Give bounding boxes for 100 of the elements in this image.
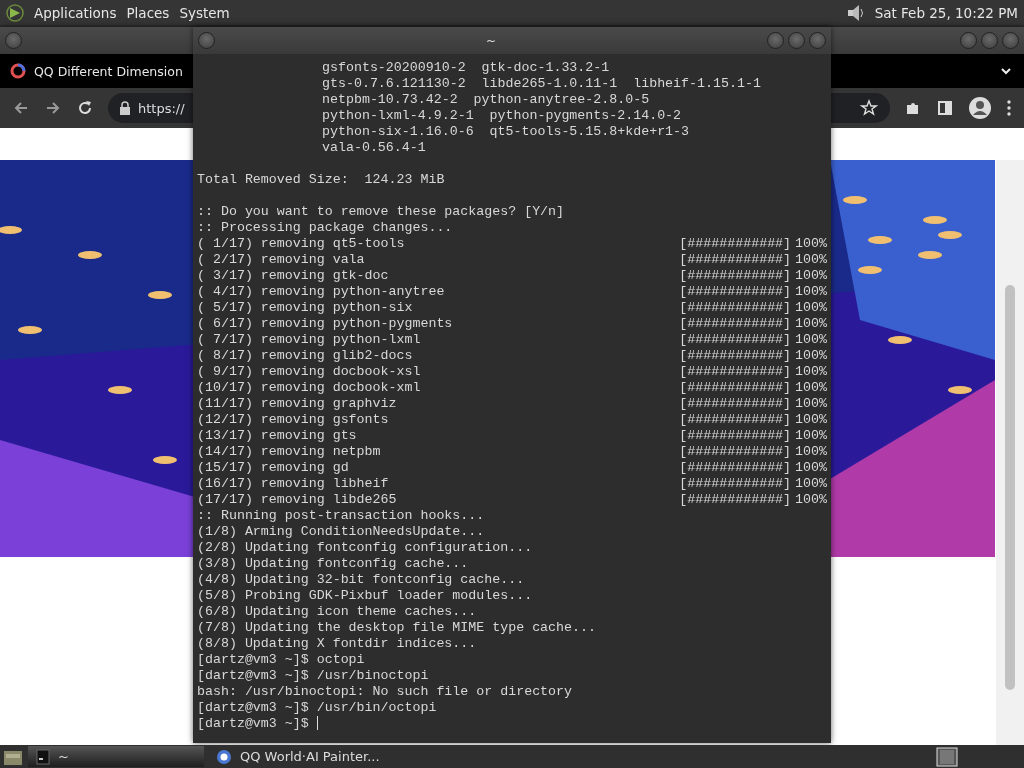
terminal-line: (14/17) removing netpbm xyxy=(197,444,381,460)
terminal-line: [dartz@vm3 ~]$ octopi xyxy=(197,652,365,668)
window-menu-button[interactable] xyxy=(5,32,22,49)
round-logo-icon xyxy=(216,748,232,765)
lock-icon xyxy=(119,101,131,115)
ring-logo-icon xyxy=(10,63,26,79)
close-button[interactable] xyxy=(809,32,826,49)
address-bar[interactable]: https:// xyxy=(108,93,193,123)
window-title: ~ xyxy=(485,33,497,48)
minimize-button[interactable] xyxy=(960,32,977,49)
progress-text: [############] xyxy=(679,316,792,332)
terminal-line: bash: /usr/binoctopi: No such file or directory xyxy=(197,684,573,700)
progress-text: [############] xyxy=(679,252,792,268)
terminal-prompt: [dartz@vm3 ~]$ xyxy=(197,716,309,732)
terminal-line: gts-0.7.6.121130-2 libde265-1.0.11-1 libheif-1.15.1-1 xyxy=(321,76,761,92)
taskbar-button[interactable]: QQ World·AI Painter... xyxy=(208,746,484,767)
progress-text: [############] xyxy=(679,396,792,412)
terminal-line: (16/17) removing libheif xyxy=(197,476,389,492)
terminal-line: (4/8) Updating 32-bit fontconfig cache... xyxy=(197,572,525,588)
maximize-button[interactable] xyxy=(788,32,805,49)
percent-text: 100% xyxy=(795,268,827,284)
progress-text: [############] xyxy=(679,428,792,444)
progress-text: [############] xyxy=(679,284,792,300)
percent-text: 100% xyxy=(795,284,827,300)
progress-text: [############] xyxy=(679,364,792,380)
terminal-line: :: Running post-transaction hooks... xyxy=(197,508,485,524)
play-logo-icon[interactable] xyxy=(6,3,24,22)
terminal-line: vala-0.56.4-1 xyxy=(321,140,426,156)
reload-icon[interactable] xyxy=(76,99,94,117)
progress-text: [############] xyxy=(679,380,792,396)
progress-text: [############] xyxy=(679,300,792,316)
progress-text: [############] xyxy=(679,476,792,492)
percent-text: 100% xyxy=(795,348,827,364)
progress-text: [############] xyxy=(679,236,792,252)
percent-text: 100% xyxy=(795,444,827,460)
percent-text: 100% xyxy=(795,364,827,380)
terminal-line: gsfonts-20200910-2 gtk-doc-1.33.2-1 xyxy=(321,60,610,76)
star-icon[interactable] xyxy=(860,99,878,117)
terminal-line: :: Do you want to remove these packages? [Y/n] xyxy=(197,204,565,220)
terminal-line: ( 1/17) removing qt5-tools xyxy=(197,236,405,252)
sidebar-icon[interactable] xyxy=(936,99,954,117)
percent-text: 100% xyxy=(795,236,827,252)
terminal-line: python-six-1.16.0-6 qt5-tools-5.15.8+kde+r1-3 xyxy=(321,124,690,140)
percent-text: 100% xyxy=(795,428,827,444)
progress-text: [############] xyxy=(679,412,792,428)
text-cursor xyxy=(316,716,318,730)
terminal-line: python-lxml-4.9.2-1 python-pygments-2.14.0-2 xyxy=(321,108,682,124)
progress-text: [############] xyxy=(679,268,792,284)
terminal-line: (8/8) Updating X fontdir indices... xyxy=(197,636,477,652)
percent-text: 100% xyxy=(795,332,827,348)
workspace-switcher-icon[interactable] xyxy=(936,746,958,767)
terminal-line: [dartz@vm3 ~]$ /usr/binoctopi xyxy=(197,668,429,684)
browser-tab[interactable]: QQ Different Dimension xyxy=(10,63,186,79)
terminal-line: ( 6/17) removing python-pygments xyxy=(197,316,453,332)
panel-menu[interactable]: Places xyxy=(126,4,170,21)
terminal-line: ( 2/17) removing vala xyxy=(197,252,365,268)
taskbar-button[interactable]: ~ xyxy=(28,746,204,767)
terminal-line: (1/8) Arming ConditionNeedsUpdate... xyxy=(197,524,485,540)
progress-text: [############] xyxy=(679,332,792,348)
clock[interactable]: Sat Feb 25, 10:22 PM xyxy=(874,4,1018,21)
percent-text: 100% xyxy=(795,316,827,332)
minimize-button[interactable] xyxy=(767,32,784,49)
close-button[interactable] xyxy=(1002,32,1019,49)
terminal-line: ( 5/17) removing python-six xyxy=(197,300,413,316)
percent-text: 100% xyxy=(795,476,827,492)
terminal-line: (5/8) Probing GDK-Pixbuf loader modules... xyxy=(197,588,533,604)
percent-text: 100% xyxy=(795,396,827,412)
progress-text: [############] xyxy=(679,460,792,476)
terminal-line: (6/8) Updating icon theme caches... xyxy=(197,604,477,620)
more-menu-icon[interactable] xyxy=(1006,99,1012,117)
terminal-line: (17/17) removing libde265 xyxy=(197,492,397,508)
panel-menu[interactable]: Applications xyxy=(34,4,117,21)
progress-text: [############] xyxy=(679,492,792,508)
terminal-icon xyxy=(36,748,50,765)
maximize-button[interactable] xyxy=(981,32,998,49)
terminal-line: (3/8) Updating fontconfig cache... xyxy=(197,556,469,572)
terminal-line: (10/17) removing docbook-xml xyxy=(197,380,421,396)
terminal-line: Total Removed Size: 124.23 MiB xyxy=(197,172,445,188)
terminal-line: :: Processing package changes... xyxy=(197,220,453,236)
terminal-line: (2/8) Updating fontconfig configuration... xyxy=(197,540,533,556)
address-bar-end[interactable] xyxy=(830,93,890,123)
percent-text: 100% xyxy=(795,300,827,316)
terminal-line: ( 7/17) removing python-lxml xyxy=(197,332,421,348)
terminal-line: ( 9/17) removing docbook-xsl xyxy=(197,364,421,380)
percent-text: 100% xyxy=(795,412,827,428)
percent-text: 100% xyxy=(795,460,827,476)
window-menu-button[interactable] xyxy=(198,32,215,49)
terminal-line: ( 8/17) removing glib2-docs xyxy=(197,348,413,364)
avatar-icon[interactable] xyxy=(968,96,992,120)
scrollbar[interactable] xyxy=(996,160,1024,745)
terminal-line: (7/8) Updating the desktop file MIME type cache... xyxy=(197,620,596,636)
terminal-line: (13/17) removing gts xyxy=(197,428,357,444)
percent-text: 100% xyxy=(795,252,827,268)
terminal-line: ( 4/17) removing python-anytree xyxy=(197,284,445,300)
terminal-line: [dartz@vm3 ~]$ /usr/bin/octopi xyxy=(197,700,437,716)
terminal-line: (12/17) removing gsfonts xyxy=(197,412,389,428)
panel-menu[interactable]: System xyxy=(179,4,230,21)
terminal-line: (15/17) removing gd xyxy=(197,460,349,476)
terminal-line: netpbm-10.73.42-2 python-anytree-2.8.0-5 xyxy=(321,92,650,108)
progress-text: [############] xyxy=(679,348,792,364)
